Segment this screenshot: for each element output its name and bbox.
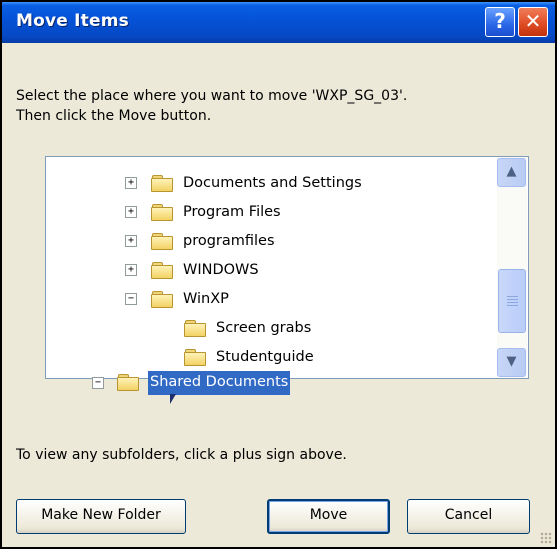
expand-icon[interactable]: + (125, 206, 137, 218)
tree-item-label: Program Files (183, 204, 281, 220)
folder-icon (184, 349, 206, 366)
collapse-icon[interactable]: − (125, 293, 137, 305)
scroll-thumb[interactable] (498, 269, 526, 333)
make-new-folder-button[interactable]: Make New Folder (16, 499, 186, 534)
tree-item-label: Studentguide (216, 349, 314, 365)
cancel-button[interactable]: Cancel (407, 499, 530, 534)
tree-item-label: Documents and Settings (183, 175, 362, 191)
grip-line (507, 302, 518, 303)
tree-item-documents-and-settings[interactable]: + Documents and Settings (46, 172, 496, 194)
folder-icon (184, 320, 206, 337)
instruction-line-2: Then click the Move button. (16, 108, 212, 124)
hint-text: To view any subfolders, click a plus sig… (16, 447, 347, 463)
mouse-cursor-icon (170, 394, 176, 404)
folder-icon (151, 262, 173, 279)
title-bar[interactable]: Move Items ? ✕ (2, 2, 555, 43)
tree-item-screen-grabs[interactable]: Screen grabs (46, 317, 496, 339)
tree-item-studentguide[interactable]: Studentguide (46, 346, 496, 368)
expand-icon[interactable]: + (125, 235, 137, 247)
scroll-up-button[interactable]: ▲ (497, 158, 526, 187)
grip-line (507, 305, 518, 306)
move-button[interactable]: Move (267, 499, 390, 534)
grip-line (507, 299, 518, 300)
instruction-line-1: Select the place where you want to move … (16, 88, 408, 104)
tree-item-label: WINDOWS (183, 262, 259, 278)
resize-grip-icon[interactable] (540, 532, 552, 544)
dialog-title: Move Items (16, 11, 129, 31)
folder-icon (151, 233, 173, 250)
help-icon: ? (494, 9, 506, 33)
expand-icon[interactable]: + (125, 177, 137, 189)
close-button[interactable]: ✕ (518, 7, 548, 37)
folder-tree[interactable]: + Documents and Settings + Program Files… (45, 156, 529, 379)
chevron-up-icon: ▲ (506, 164, 517, 179)
tree-item-winxp[interactable]: − WinXP (46, 288, 496, 310)
chevron-down-icon: ▼ (506, 354, 517, 369)
folder-icon (151, 204, 173, 221)
tree-item-windows[interactable]: + WINDOWS (46, 259, 496, 281)
vertical-scrollbar[interactable]: ▲ ▼ (497, 157, 527, 378)
grip-line (507, 296, 518, 297)
tree-item-shared-documents[interactable]: − Shared Documents (92, 371, 332, 395)
tree-item-programfiles[interactable]: + programfiles (46, 230, 496, 252)
collapse-icon[interactable]: − (92, 377, 104, 389)
shared-folder-icon (117, 374, 139, 391)
folder-icon (151, 175, 173, 192)
close-icon: ✕ (524, 9, 542, 33)
tree-item-label: WinXP (183, 291, 229, 307)
folder-open-icon (151, 291, 173, 308)
scroll-down-button[interactable]: ▼ (497, 348, 526, 377)
tree-item-label: programfiles (183, 233, 275, 249)
tree-item-label: Screen grabs (216, 320, 312, 336)
tree-item-program-files[interactable]: + Program Files (46, 201, 496, 223)
move-items-dialog: Move Items ? ✕ Select the place where yo… (0, 0, 557, 549)
instruction-text: Select the place where you want to move … (16, 86, 536, 126)
help-button[interactable]: ? (485, 7, 515, 37)
tree-item-label: Shared Documents (148, 371, 291, 395)
expand-icon[interactable]: + (125, 264, 137, 276)
